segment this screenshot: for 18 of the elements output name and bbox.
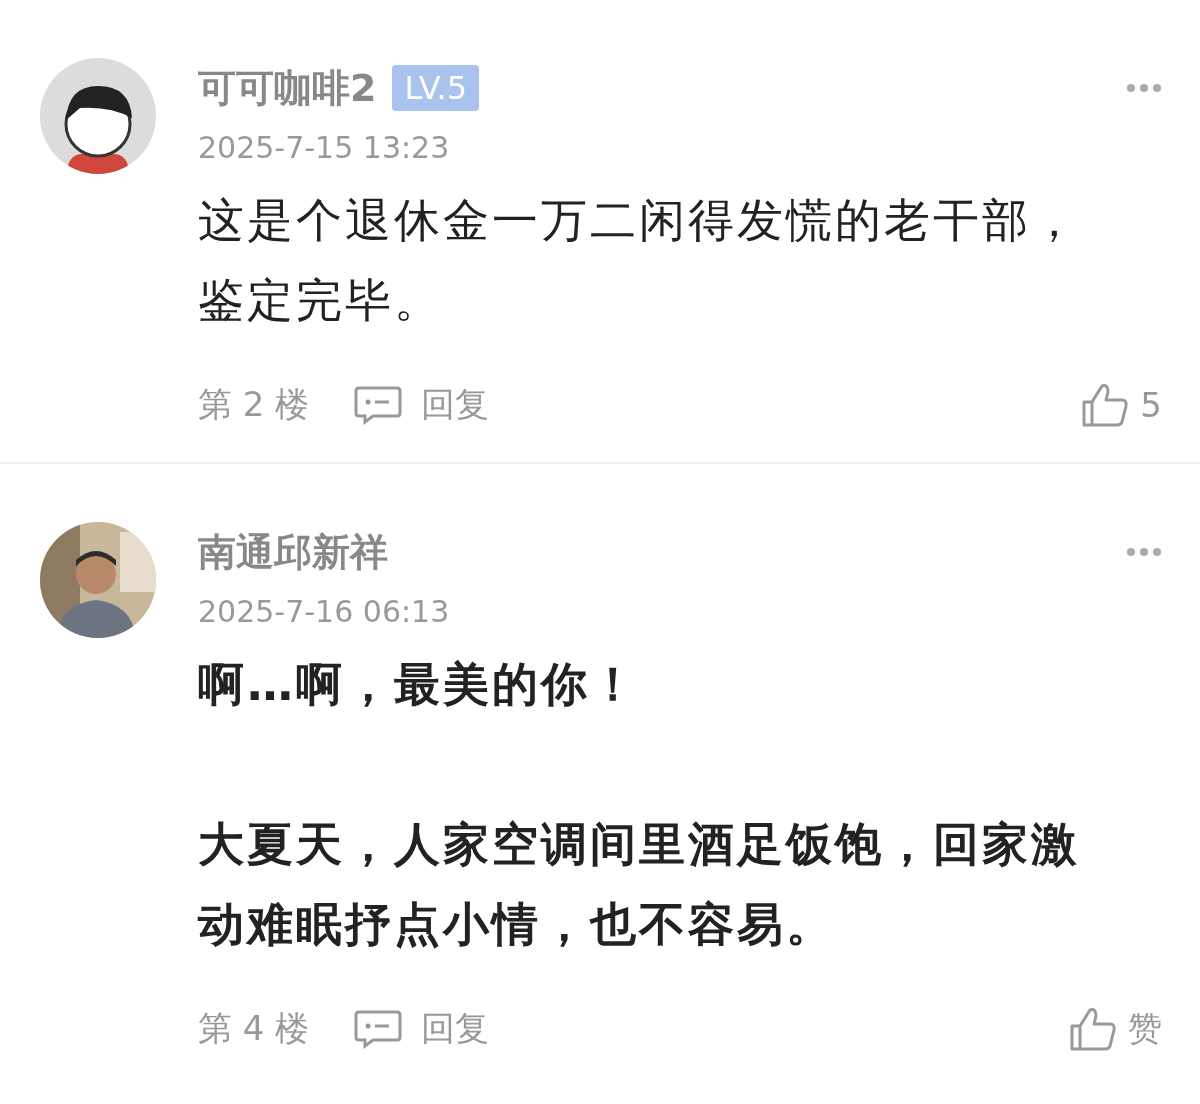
comment-text: 这是个退休金一万二闲得发慌的老干部，鉴定完毕。 <box>198 192 1081 329</box>
floor-number: 第 4 楼 <box>198 1007 310 1050</box>
floor-number: 第 2 楼 <box>198 383 310 426</box>
comment-icon <box>353 385 404 425</box>
thumbs-up-icon <box>1080 382 1131 428</box>
thumbs-up-icon <box>1068 1006 1118 1052</box>
reply-button[interactable]: 回复 <box>353 1006 490 1052</box>
like-button[interactable]: 5 <box>1080 382 1162 428</box>
comment-text: 啊…啊，最美的你！ <box>198 656 640 713</box>
comment-icon <box>353 1009 404 1049</box>
level-badge: LV.5 <box>392 65 480 111</box>
comment-text: 大夏天，人家空调间里酒足饭饱，回家激动难眠抒点小情，也不容易。 <box>198 816 1081 953</box>
like-button[interactable]: 赞 <box>1068 1006 1162 1052</box>
username[interactable]: 南通邱新祥 <box>198 526 388 578</box>
reply-button[interactable]: 回复 <box>353 382 490 428</box>
comment-time: 2025-7-16 06:13 <box>198 593 451 631</box>
username[interactable]: 可可咖啡2 <box>198 62 377 114</box>
comment-time: 2025-7-15 13:23 <box>198 129 451 167</box>
